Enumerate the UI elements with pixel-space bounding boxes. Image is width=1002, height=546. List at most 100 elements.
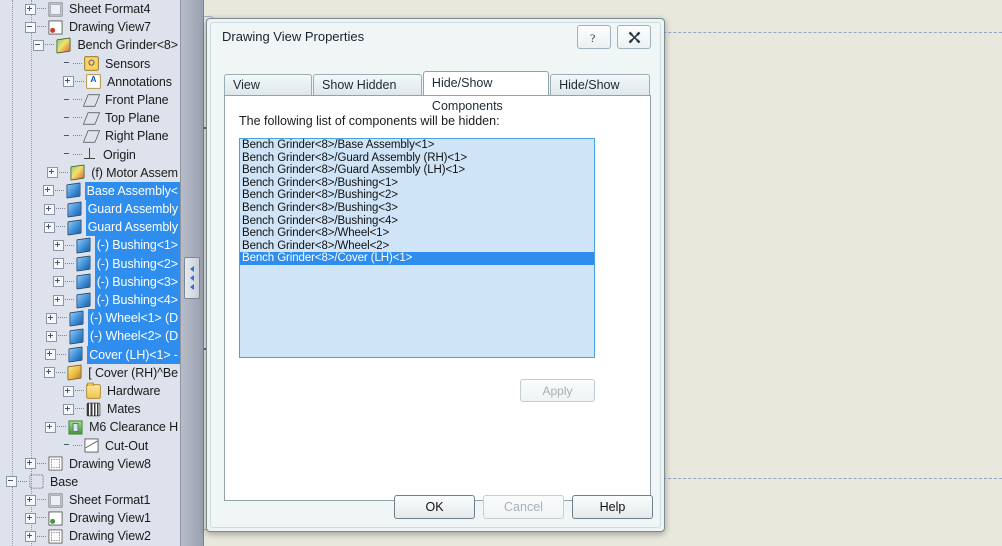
tree-item-top-plane[interactable]: Top Plane: [0, 109, 180, 127]
tree-connector: [57, 426, 67, 428]
chevron-right-icon: [190, 275, 194, 281]
cancel-button[interactable]: Cancel: [483, 495, 564, 519]
hidden-components-listbox[interactable]: Bench Grinder<8>/Base Assembly<1> Bench G…: [239, 138, 595, 358]
expand-plus-icon[interactable]: [25, 494, 36, 506]
expand-plus-icon[interactable]: [25, 3, 36, 15]
tree-item-hardware[interactable]: Hardware: [0, 382, 180, 400]
dialog-tab-strip[interactable]: View PropertiesShow Hidden EdgesHide/Sho…: [224, 71, 651, 113]
expand-plus-icon[interactable]: [42, 185, 54, 197]
help-question-icon[interactable]: ?: [577, 25, 611, 49]
tree-item-drawing-view2[interactable]: Drawing View2: [0, 527, 180, 545]
list-item[interactable]: Bench Grinder<8>/Wheel<2>: [240, 240, 594, 253]
tree-item-mates[interactable]: Mates: [0, 400, 180, 418]
expand-plus-icon[interactable]: [44, 367, 56, 379]
tree-item-m6-clearance-h[interactable]: M6 Clearance H: [0, 418, 180, 436]
tree-connector: [75, 408, 84, 410]
tree-item-wheel-2-d[interactable]: (-) Wheel<2> (D: [0, 327, 180, 346]
tree-item-cover-rh-be[interactable]: [ Cover (RH)^Be: [0, 364, 180, 382]
tree-item-bushing-4[interactable]: (-) Bushing<4>: [0, 291, 180, 310]
tree-item-cover-lh-1[interactable]: Cover (LH)<1> -: [0, 345, 180, 364]
expand-plus-icon[interactable]: [47, 167, 59, 179]
panel-collapse-handle[interactable]: [184, 257, 200, 299]
tab-show-hidden-edges[interactable]: Show Hidden Edges: [313, 74, 422, 112]
tree-item-guard-assembly[interactable]: Guard Assembly: [0, 200, 180, 219]
tree-item-base-assembly[interactable]: Base Assembly<: [0, 181, 180, 201]
expand-plus-icon[interactable]: [52, 240, 64, 252]
list-item[interactable]: Bench Grinder<8>/Guard Assembly (RH)<1>: [240, 152, 594, 165]
expand-plus-icon[interactable]: [52, 294, 64, 306]
ok-button[interactable]: OK: [394, 495, 475, 519]
expand-plus-icon[interactable]: [45, 312, 57, 324]
tree-item-sheet-format1[interactable]: Sheet Format1: [0, 491, 180, 509]
list-item[interactable]: Bench Grinder<8>/Bushing<2>: [240, 189, 594, 202]
tree-item-label: Annotations: [107, 74, 172, 89]
expand-plus-icon[interactable]: [25, 458, 36, 470]
list-item[interactable]: Bench Grinder<8>/Cover (LH)<1>: [240, 252, 594, 265]
expand-plus-icon[interactable]: [63, 385, 74, 397]
list-item[interactable]: Bench Grinder<8>/Wheel<1>: [240, 227, 594, 240]
expand-plus-icon[interactable]: [52, 276, 64, 288]
collapse-minus-icon[interactable]: [33, 39, 45, 51]
tree-item-right-plane[interactable]: Right Plane: [0, 127, 180, 145]
tree-item-base[interactable]: Base: [0, 473, 180, 491]
tree-item-front-plane[interactable]: Front Plane: [0, 91, 180, 109]
tree-item-wheel-1-d[interactable]: (-) Wheel<1> (D: [0, 309, 180, 328]
tree-no-twisty: [63, 150, 72, 159]
tree-item-drawing-view1[interactable]: Drawing View1: [0, 509, 180, 527]
expand-plus-icon[interactable]: [52, 258, 64, 270]
tree-connector: [37, 8, 46, 10]
list-item[interactable]: Bench Grinder<8>/Guard Assembly (LH)<1>: [240, 164, 594, 177]
tree-item-sheet-format4[interactable]: Sheet Format4: [0, 0, 180, 18]
tree-connector: [73, 99, 82, 101]
tree-item-bench-grinder-8[interactable]: Bench Grinder<8>: [0, 36, 180, 54]
expand-plus-icon[interactable]: [45, 330, 57, 342]
tree-item-f-motor-assem[interactable]: (f) Motor Assem: [0, 164, 180, 182]
tree-connector: [45, 44, 55, 46]
tree-item-drawing-view7[interactable]: Drawing View7: [0, 18, 180, 36]
tree-item-cut-out[interactable]: Cut-Out: [0, 437, 180, 455]
tree-connector: [18, 480, 27, 483]
tree-connector: [54, 189, 64, 192]
list-item[interactable]: Bench Grinder<8>/Base Assembly<1>: [240, 139, 594, 152]
tree-connector: [64, 244, 74, 247]
tree-item-origin[interactable]: Origin: [0, 146, 180, 164]
list-item[interactable]: Bench Grinder<8>/Bushing<1>: [240, 177, 594, 190]
assembly-multicolor-icon: [70, 164, 85, 181]
tab-hide-show-components[interactable]: Hide/Show Components: [422, 71, 550, 113]
collapse-minus-icon[interactable]: [25, 21, 36, 33]
drawing-view-properties-dialog[interactable]: Drawing View Properties ? View Propertie…: [206, 18, 665, 532]
expand-plus-icon[interactable]: [45, 421, 57, 433]
tree-connector: [75, 80, 84, 83]
list-item[interactable]: Bench Grinder<8>/Bushing<3>: [240, 202, 594, 215]
expand-plus-icon[interactable]: [43, 221, 55, 233]
list-item[interactable]: Bench Grinder<8>/Bushing<4>: [240, 215, 594, 228]
expand-plus-icon[interactable]: [25, 512, 36, 524]
apply-button[interactable]: Apply: [520, 379, 595, 402]
feature-tree-panel[interactable]: Sheet Format4 Drawing View7 Bench Grinder<…: [0, 0, 180, 546]
expand-plus-icon[interactable]: [63, 403, 74, 415]
panel-splitter[interactable]: [180, 0, 204, 546]
expand-plus-icon[interactable]: [43, 203, 55, 215]
tree-item-bushing-2[interactable]: (-) Bushing<2>: [0, 254, 180, 273]
dialog-title-bar[interactable]: Drawing View Properties ?: [211, 23, 660, 53]
close-icon[interactable]: [617, 25, 651, 49]
tab-hide-show-bodies[interactable]: Hide/Show Bodies: [550, 74, 651, 112]
tree-item-guard-assembly[interactable]: Guard Assembly: [0, 218, 180, 237]
expand-plus-icon[interactable]: [25, 531, 36, 543]
tree-item-bushing-3[interactable]: (-) Bushing<3>: [0, 272, 180, 292]
help-button[interactable]: Help: [572, 495, 653, 519]
tree-connector: [57, 335, 67, 337]
tab-view-properties[interactable]: View Properties: [224, 74, 313, 112]
expand-plus-icon[interactable]: [63, 76, 74, 88]
tree-item-drawing-view8[interactable]: Drawing View8: [0, 455, 180, 473]
tree-item-label: Guard Assembly: [85, 200, 180, 219]
collapse-minus-icon[interactable]: [6, 476, 17, 488]
tree-item-bushing-1[interactable]: (-) Bushing<1>: [0, 236, 180, 255]
expand-plus-icon[interactable]: [45, 349, 57, 361]
tree-item-label: Top Plane: [105, 111, 160, 126]
tree-item-sensors[interactable]: Sensors: [0, 55, 180, 73]
tree-item-annotations[interactable]: A Annotations: [0, 73, 180, 91]
